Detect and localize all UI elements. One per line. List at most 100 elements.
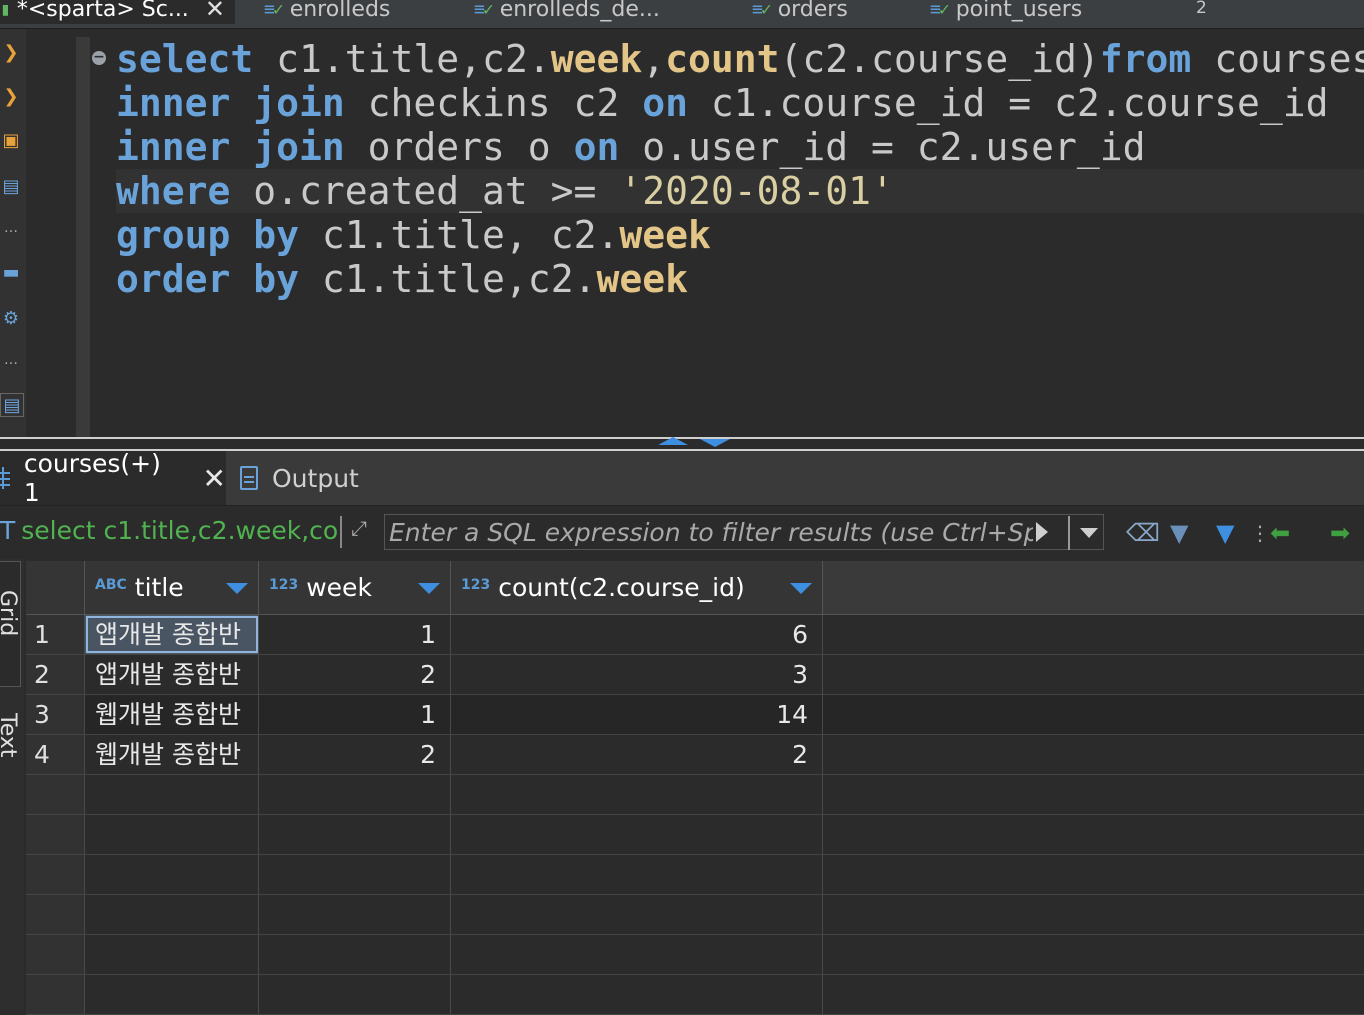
cell-week[interactable]: 2	[259, 735, 451, 774]
sql-function: count	[665, 37, 780, 81]
sql-editor[interactable]: − select c1.title,c2.week,count(c2.cours…	[92, 29, 1364, 437]
row-number[interactable]: 4	[26, 735, 85, 774]
cell-count[interactable]: 6	[451, 615, 823, 654]
sql-keyword: inner join	[116, 125, 345, 169]
side-tab-text-label: Text	[0, 713, 20, 758]
cell-title[interactable]: 웹개발 종합반	[85, 735, 259, 774]
output-panel-icon[interactable]: ▤	[0, 393, 24, 417]
editor-tab-enrolleds-detail[interactable]: ≡✓ enrolleds_de...	[474, 0, 660, 24]
sort-arrow-icon[interactable]	[226, 583, 248, 594]
sort-arrow-icon[interactable]	[790, 583, 812, 594]
close-icon[interactable]: ✕	[203, 462, 226, 495]
execute-icon[interactable]: ❯	[0, 41, 22, 63]
sql-function: week	[596, 257, 688, 301]
sql-keyword: where	[116, 169, 231, 213]
sql-text: c1.course_id = c2.course_id	[687, 81, 1329, 125]
table-row[interactable]: 4 웹개발 종합반 2 2	[26, 735, 1364, 775]
sql-string: '2020-08-01'	[619, 169, 894, 213]
table-icon: ≡✓	[752, 0, 772, 20]
sql-line[interactable]: order by c1.title,c2.week	[116, 257, 688, 301]
editor-tab-script[interactable]: ▮ *<sparta> Sc... ✕	[0, 0, 235, 24]
tab-courses-result[interactable]: courses(+) 1 ✕	[0, 449, 226, 507]
side-tab-grid[interactable]: Grid	[0, 561, 21, 687]
empty-row	[26, 775, 1364, 815]
close-icon[interactable]: ✕	[205, 0, 225, 23]
sql-line[interactable]: group by c1.title, c2.week	[116, 213, 711, 257]
filter-input[interactable]	[384, 514, 1104, 550]
maximize-results-icon[interactable]	[700, 439, 730, 447]
filter-save-icon[interactable]: ▼	[1170, 518, 1188, 548]
terminal-icon[interactable]: ▬	[0, 261, 22, 283]
more-icon[interactable]: …	[0, 217, 22, 239]
column-header-week[interactable]: 123 week	[259, 561, 451, 615]
empty-cell	[451, 775, 823, 814]
tab-output[interactable]: Output	[232, 451, 359, 505]
sql-line[interactable]: select c1.title,c2.week,count(c2.course_…	[116, 37, 1364, 81]
query-preview[interactable]: Tselect c1.title,c2.week,co	[0, 516, 338, 545]
back-arrow-icon[interactable]: ⬅	[1270, 518, 1290, 548]
eraser-icon[interactable]: ⌫	[1126, 518, 1160, 548]
row-number[interactable]: 2	[26, 655, 85, 694]
cell-title[interactable]: 앱개발 종합반	[85, 655, 259, 694]
sort-arrow-icon[interactable]	[418, 583, 440, 594]
cell-count[interactable]: 14	[451, 695, 823, 734]
more-icon[interactable]: ⋮	[1250, 518, 1270, 548]
cell-count[interactable]: 3	[451, 655, 823, 694]
tab-overflow-count[interactable]: 2	[1196, 0, 1207, 18]
sql-line[interactable]: inner join orders o on o.user_id = c2.us…	[116, 125, 1146, 169]
column-name: week	[306, 573, 372, 602]
explain-plan-icon[interactable]: ▣	[0, 129, 22, 151]
cell-week[interactable]: 2	[259, 655, 451, 694]
apply-filter-icon[interactable]	[1036, 522, 1048, 542]
row-number-header[interactable]	[26, 561, 85, 615]
sql-keyword: on	[642, 81, 688, 125]
empty-cell	[451, 975, 823, 1014]
expand-query-icon[interactable]: ⤢	[340, 516, 376, 548]
cell-title[interactable]: 웹개발 종합반	[85, 695, 259, 734]
column-header-title[interactable]: ABC title	[85, 561, 259, 615]
result-tab-bar: courses(+) 1 ✕ Output	[0, 449, 1364, 507]
script-icon: ▮	[0, 0, 11, 20]
row-number[interactable]: 3	[26, 695, 85, 734]
fold-collapse-icon[interactable]: −	[92, 50, 106, 65]
sql-text: ,	[642, 37, 666, 81]
sql-keyword: from	[1099, 37, 1192, 81]
column-header-count[interactable]: 123 count(c2.course_id)	[451, 561, 823, 615]
sql-text: orders o	[344, 125, 574, 169]
empty-cell	[451, 935, 823, 974]
empty-cell	[26, 815, 85, 854]
editor-tab-label: enrolleds	[289, 0, 391, 22]
filter-icon[interactable]: ▼	[1216, 518, 1234, 548]
editor-tab-orders[interactable]: ≡✓ orders	[752, 0, 848, 24]
empty-cell	[85, 815, 259, 854]
sql-line[interactable]: where o.created_at >= '2020-08-01'	[116, 169, 1364, 213]
table-row[interactable]: 1 앱개발 종합반 1 6	[26, 615, 1364, 655]
table-row[interactable]: 3 웹개발 종합반 1 14	[26, 695, 1364, 735]
load-plan-icon[interactable]: ▤	[0, 175, 22, 197]
cell-count[interactable]: 2	[451, 735, 823, 774]
empty-cell	[26, 975, 85, 1014]
sql-keyword: group by	[116, 213, 300, 257]
sql-keyword: order by	[116, 257, 300, 301]
sql-text: c1.title,c2.	[253, 37, 551, 81]
table-row[interactable]: 2 앱개발 종합반 2 3	[26, 655, 1364, 695]
editor-tab-enrolleds[interactable]: ≡✓ enrolleds	[264, 0, 390, 24]
cell-week[interactable]: 1	[259, 695, 451, 734]
forward-arrow-icon[interactable]: ➡	[1330, 518, 1350, 548]
side-tab-text[interactable]: Text	[0, 695, 22, 805]
editor-gutter	[76, 37, 90, 437]
filter-history-dropdown[interactable]	[1068, 516, 1106, 550]
maximize-editor-icon[interactable]	[658, 437, 688, 445]
query-preview-text: select c1.title,c2.week,co	[21, 516, 339, 545]
empty-cell	[259, 775, 451, 814]
editor-tab-point-users[interactable]: ≡✓ point_users	[930, 0, 1082, 24]
sql-line[interactable]: inner join checkins c2 on c1.course_id =…	[116, 81, 1329, 125]
empty-row	[26, 975, 1364, 1015]
sql-text: checkins c2	[344, 81, 643, 125]
more-icon[interactable]: …	[0, 349, 22, 371]
cell-week[interactable]: 1	[259, 615, 451, 654]
gear-icon[interactable]: ⚙	[0, 307, 22, 329]
row-number[interactable]: 1	[26, 615, 85, 654]
execute-script-icon[interactable]: ❯	[0, 85, 22, 107]
cell-title[interactable]: 앱개발 종합반	[85, 615, 259, 654]
